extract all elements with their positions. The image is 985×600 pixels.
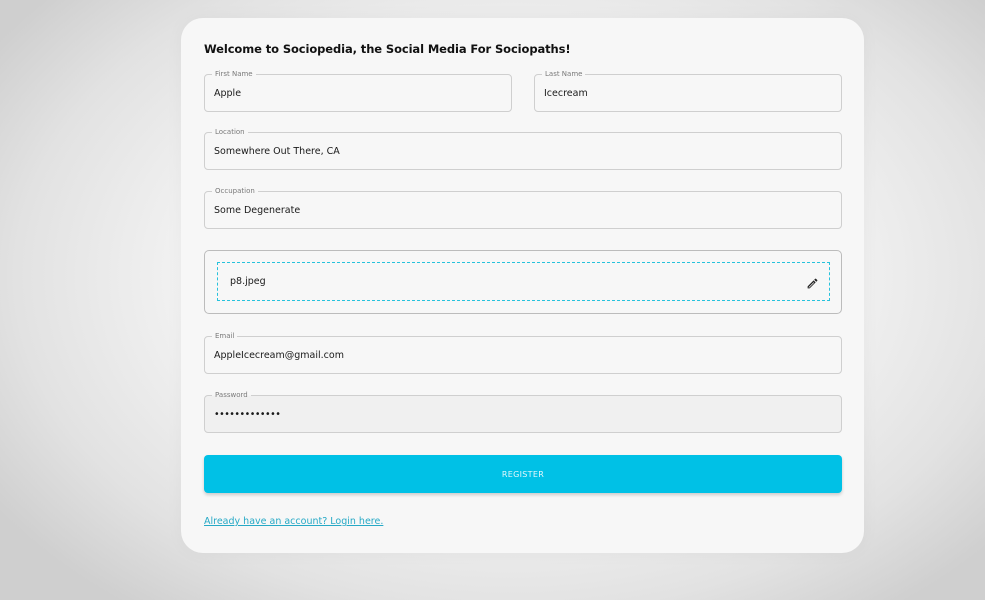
password-input[interactable]: [214, 396, 832, 432]
picture-dropzone[interactable]: p8.jpeg: [217, 262, 830, 301]
first-name-field[interactable]: First Name: [204, 69, 512, 112]
register-button[interactable]: REGISTER: [204, 455, 842, 493]
email-input[interactable]: [214, 337, 832, 373]
login-link[interactable]: Already have an account? Login here.: [204, 516, 383, 527]
welcome-heading: Welcome to Sociopedia, the Social Media …: [204, 42, 571, 56]
email-field[interactable]: Email: [204, 331, 842, 374]
picture-filename: p8.jpeg: [230, 276, 266, 287]
password-field[interactable]: Password: [204, 390, 842, 433]
occupation-field[interactable]: Occupation: [204, 186, 842, 229]
occupation-input[interactable]: [214, 192, 832, 228]
register-card: Welcome to Sociopedia, the Social Media …: [181, 18, 864, 553]
edit-pencil-icon[interactable]: [806, 275, 819, 289]
first-name-input[interactable]: [214, 75, 502, 111]
last-name-input[interactable]: [544, 75, 832, 111]
picture-upload-box: p8.jpeg: [204, 250, 842, 314]
location-input[interactable]: [214, 133, 832, 169]
last-name-field[interactable]: Last Name: [534, 69, 842, 112]
location-field[interactable]: Location: [204, 127, 842, 170]
